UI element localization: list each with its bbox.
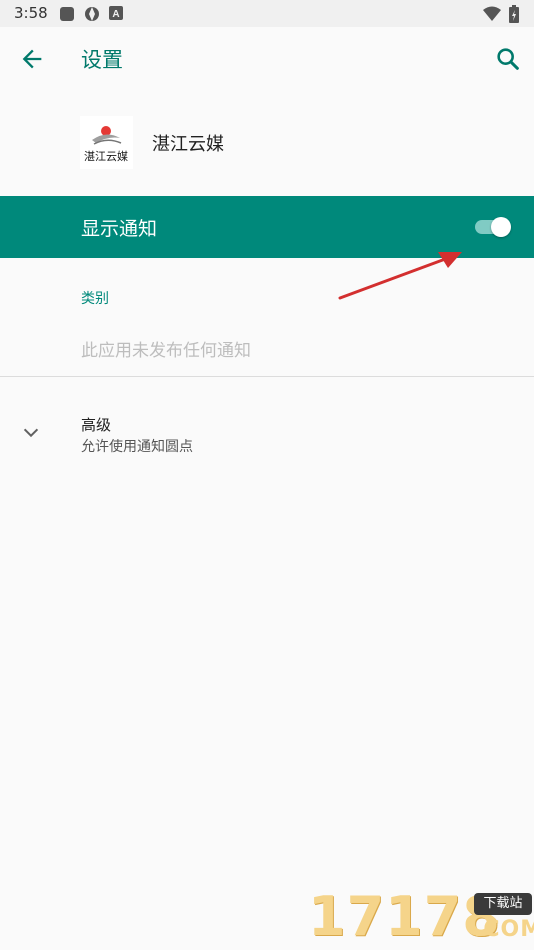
arrow-left-icon[interactable]	[18, 45, 46, 73]
show-notifications-label: 显示通知	[81, 218, 158, 240]
no-notifications-text: 此应用未发布任何通知	[81, 341, 251, 361]
status-time: 3:58	[14, 4, 48, 22]
app-logo: 湛江云媒	[80, 116, 133, 169]
app-logo-graphic: 湛江云媒	[84, 126, 128, 163]
wifi-icon	[483, 6, 501, 21]
watermark-digits: 17178	[308, 885, 501, 948]
page-title: 设置	[81, 48, 123, 72]
app-bar: 设置	[0, 27, 534, 91]
advanced-summary: 允许使用通知圆点	[81, 439, 193, 455]
a-square-icon: A	[109, 6, 123, 20]
status-bar: 3:58 A	[0, 0, 534, 27]
advanced-title: 高级	[81, 416, 112, 434]
svg-text:A: A	[112, 9, 119, 20]
battery-charging-icon	[509, 5, 519, 23]
advanced-expander[interactable]: 高级 允许使用通知圆点	[0, 400, 534, 470]
divider	[0, 376, 534, 377]
annotation-arrow-icon	[338, 252, 462, 300]
toggle-thumb	[491, 217, 511, 237]
watermark-domain: .COM	[474, 917, 534, 942]
show-notifications-toggle[interactable]	[475, 217, 513, 237]
app-logo-text: 湛江云媒	[84, 150, 128, 163]
stop-square-icon	[60, 7, 74, 21]
categories-header: 类别	[81, 291, 109, 307]
site-watermark: 17178 下载站 .COM	[308, 887, 534, 950]
watermark-badge: 下载站	[474, 893, 532, 915]
app-header: 湛江云媒 湛江云媒	[0, 110, 534, 176]
app-name: 湛江云媒	[152, 134, 224, 155]
aperture-icon	[85, 7, 99, 21]
search-icon[interactable]	[494, 45, 522, 73]
chevron-down-icon	[23, 428, 39, 438]
